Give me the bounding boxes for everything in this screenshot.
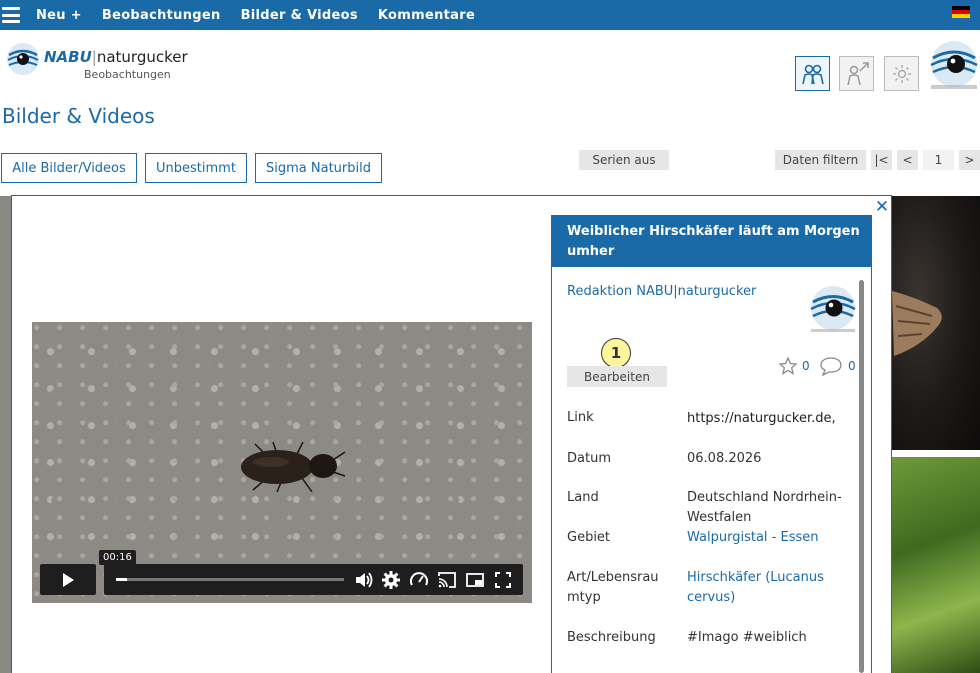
logo-subtitle: Beobachtungen	[84, 68, 171, 81]
speed-icon[interactable]	[409, 570, 429, 590]
play-button[interactable]	[40, 564, 96, 595]
cast-icon[interactable]	[437, 570, 457, 590]
nav-beobachtungen[interactable]: Beobachtungen	[102, 8, 221, 23]
video-controls	[104, 564, 523, 595]
community-button[interactable]	[795, 56, 830, 91]
field-label-beschreibung: Beschreibung	[567, 630, 656, 645]
volume-icon[interactable]	[354, 570, 374, 590]
share-profile-button[interactable]	[839, 56, 874, 91]
logo-name: naturgucker	[96, 48, 188, 66]
play-icon	[63, 572, 74, 587]
fullscreen-icon[interactable]	[493, 570, 513, 590]
german-flag-icon[interactable]	[952, 6, 970, 18]
nav-new[interactable]: Neu +	[36, 8, 82, 23]
site-logo[interactable]: NABU|naturgucker Beobachtungen	[6, 42, 188, 81]
close-icon[interactable]: ✕	[873, 197, 891, 217]
menu-icon[interactable]	[2, 7, 20, 23]
field-value-land: Deutschland Nordrhein-Westfalen	[687, 490, 842, 525]
favorite-count[interactable]: 0	[778, 356, 810, 376]
nav-kommentare[interactable]: Kommentare	[378, 8, 475, 23]
video-progress-bar[interactable]	[116, 578, 344, 581]
top-navigation: Neu + Beobachtungen Bilder & Videos Komm…	[0, 0, 980, 30]
filter-data-button[interactable]: Daten filtern	[775, 150, 866, 170]
star-icon	[778, 356, 798, 375]
panel-scrollbar[interactable]	[859, 280, 864, 673]
gear-icon[interactable]	[381, 570, 401, 590]
next-page-button[interactable]: >	[959, 150, 980, 170]
person-arrow-icon	[846, 61, 869, 85]
field-value-gebiet[interactable]: Walpurgistal - Essen	[687, 528, 852, 548]
favorite-count-value: 0	[802, 359, 810, 373]
field-label-datum: Datum	[567, 451, 611, 466]
gallery-thumbnail-leaves[interactable]	[892, 457, 980, 673]
speech-bubble-icon	[820, 357, 842, 376]
all-media-button[interactable]: Alle Bilder/Videos	[1, 153, 137, 183]
sun-icon	[892, 64, 911, 83]
author-link[interactable]: Redaktion NABU|naturgucker	[567, 284, 756, 299]
eye-logo-icon	[7, 43, 39, 75]
moth-image	[892, 291, 942, 356]
nav-bilder-videos[interactable]: Bilder & Videos	[241, 8, 358, 23]
field-label-link: Link	[567, 410, 594, 425]
gallery-thumbnail-moth[interactable]	[892, 196, 980, 450]
undetermined-button[interactable]: Unbestimmt	[145, 153, 247, 183]
logo-brand: NABU	[44, 48, 92, 66]
prev-page-button[interactable]: <	[897, 150, 918, 170]
field-value-link[interactable]: https://naturgucker.de,	[687, 409, 852, 429]
comment-count[interactable]: 0	[819, 356, 856, 376]
stag-beetle-image	[241, 442, 346, 492]
sigma-naturbild-button[interactable]: Sigma Naturbild	[255, 153, 382, 183]
people-icon	[801, 64, 824, 84]
field-value-beschreibung: #Imago #weiblich	[687, 630, 807, 645]
page-number[interactable]: 1	[923, 150, 954, 170]
comment-count-value: 0	[848, 359, 856, 373]
step-badge: 1	[601, 338, 631, 368]
field-value-datum: 06.08.2026	[687, 451, 762, 466]
field-label-land: Land	[567, 490, 599, 505]
author-avatar[interactable]	[808, 285, 858, 335]
media-title: Weiblicher Hirschkäfer läuft am Morgen u…	[552, 216, 871, 267]
first-page-button[interactable]: |<	[871, 150, 892, 170]
video-timecode: 00:16	[99, 550, 136, 565]
edit-button[interactable]: Bearbeiten	[567, 366, 667, 387]
picture-in-picture-icon[interactable]	[465, 570, 485, 590]
series-toggle-button[interactable]: Serien aus	[579, 150, 669, 170]
field-value-art[interactable]: Hirschkäfer (Lucanus cervus)	[687, 568, 852, 608]
page-title: Bilder & Videos	[2, 104, 155, 128]
field-label-gebiet: Gebiet	[567, 530, 611, 545]
settings-button[interactable]	[884, 56, 919, 91]
field-label-art: Art/Lebensraumtyp	[567, 570, 659, 605]
user-avatar[interactable]	[928, 40, 980, 92]
